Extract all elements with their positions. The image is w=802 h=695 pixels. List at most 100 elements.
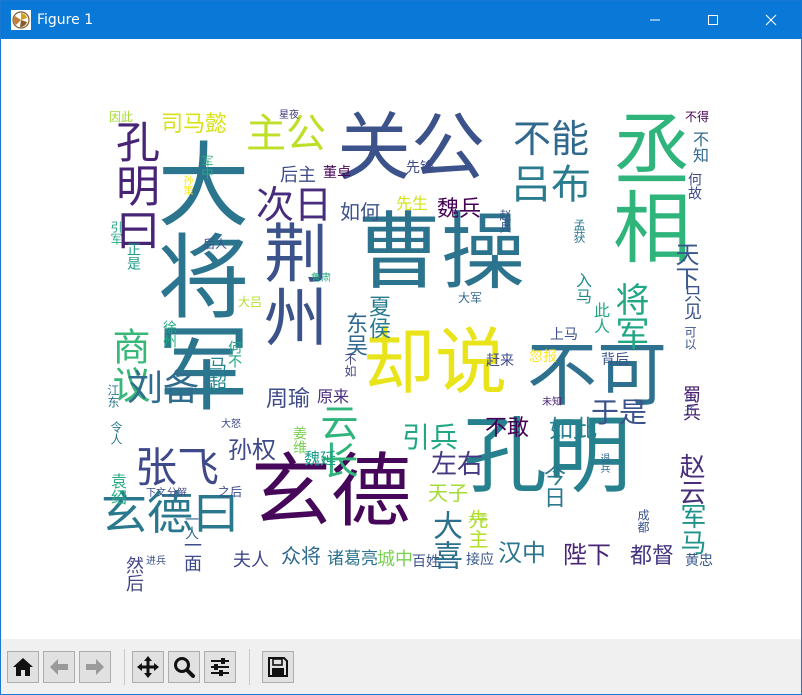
wordcloud-word: 上马 [550,327,578,343]
wordcloud-word: 不能 [513,117,590,161]
wordcloud-word: 后主 [280,165,316,186]
wordcloud-word: 一齐 [682,395,693,415]
minimize-button[interactable] [632,1,678,39]
wordcloud-word: 张飞 [135,443,220,492]
zoom-icon [174,657,195,678]
wordcloud-word: 赶来 [486,353,514,369]
wordcloud-word: 引军 [109,221,123,245]
wordcloud-word: 黄忠 [685,553,713,569]
wordcloud-word: 此人 [591,302,610,334]
wordcloud-word: 赵云 [675,453,705,505]
wordcloud-word: 孟获 [572,219,586,243]
close-button[interactable] [748,1,794,39]
wordcloud-word: 吕布 [511,162,591,208]
word-cloud: 曹操 大将军 孔明 玄德 丞相 关公 却说 不可 荆州 玄德曰 孔明曰 张飞 主公 吕布 不能 次日 商议 云长刘… [1,39,801,639]
wordcloud-word: 一人 [183,512,199,540]
wordcloud-word: 袁绍 [108,473,127,505]
wordcloud-word: 魏延 [304,449,337,468]
wordcloud-word: 只见 [681,284,702,320]
zoom-button[interactable] [168,651,200,683]
wordcloud-word: 入马 [573,272,592,304]
wordcloud-word: 令人 [109,421,123,445]
close-icon [765,14,777,26]
maximize-button[interactable] [690,1,736,39]
wordcloud-word: 刘备 [127,368,200,409]
wordcloud-word: 然后 [123,556,144,592]
wordcloud-word: 徐州 [161,320,177,348]
wordcloud-word: 都督 [630,544,675,569]
wordcloud-word: 鲁肃 [311,273,331,284]
wordcloud-word: 接应 [466,552,494,568]
wordcloud-word: 正是 [125,242,141,270]
wordcloud-word: 东吴 [342,312,367,356]
back-button[interactable] [43,651,75,683]
wordcloud-word: 周瑜 [266,387,311,412]
wordcloud-word: 不如 [343,353,357,377]
title-bar[interactable]: Figure 1 [1,1,801,39]
pan-button[interactable] [132,651,164,683]
wordcloud-word: 姜维 [291,426,307,454]
wordcloud-word: 先生 [396,194,429,213]
wordcloud-word: 大事 [468,514,488,525]
wordcloud-word: 因此 [109,110,134,124]
wordcloud-word: 董卓 [323,165,351,181]
wordcloud-word: 引兵 [402,421,459,454]
matplotlib-app-icon [11,10,31,30]
wordcloud-word: 孙权 [228,436,276,464]
wordcloud-word: 不知 [690,131,709,163]
home-button[interactable] [7,651,39,683]
forward-arrow-icon [86,659,104,675]
wordcloud-word: 何故 [686,172,702,200]
wordcloud-word: 大军 [458,291,483,305]
wordcloud-word: 汉中 [498,539,546,567]
back-arrow-icon [50,659,68,675]
wordcloud-word: 次日 [256,183,333,227]
wordcloud-word: 何不 [226,340,242,368]
wordcloud-word: 不敢 [485,416,530,441]
wordcloud-word: 荆州 [253,220,327,348]
save-icon [268,657,288,677]
wordcloud-word: 星夜 [279,110,299,121]
wordcloud-word: 不得 [685,110,710,124]
wordcloud-word: 一面 [181,536,202,572]
wordcloud-word: 可以 [683,326,697,350]
wordcloud-word: 下文 [146,488,166,499]
wordcloud-word: 孙策 [181,175,192,195]
configure-subplots-button[interactable] [204,651,236,683]
wordcloud-word: 诸葛亮 [327,549,378,569]
wordcloud-word: 大吕 [238,295,263,309]
wordcloud-word: 将军 [609,282,649,350]
figure-canvas[interactable]: 曹操 大将军 孔明 玄德 丞相 关公 却说 不可 荆州 玄德曰 孔明曰 张飞 主公 吕布 不能 次日 商议 云长刘… [1,39,801,639]
toolbar-separator [124,649,125,685]
wordcloud-word: 大怒 [221,419,241,430]
wordcloud-word: 军中 [200,155,214,179]
wordcloud-word: 成都 [636,509,650,533]
save-button[interactable] [262,651,294,683]
wordcloud-word: 众将 [281,544,321,568]
wordcloud-word: 退兵 [598,453,609,473]
wordcloud-word: 陛下 [563,541,611,569]
wordcloud-word: 背后 [601,352,629,368]
wordcloud-word: 夫人 [233,550,269,571]
forward-button[interactable] [79,651,111,683]
navigation-toolbar [1,639,801,694]
wordcloud-word: 马超 [206,356,227,392]
wordcloud-word: 城中 [377,549,413,570]
wordcloud-word: 如此 [549,415,597,443]
wordcloud-word: 今日 [540,464,565,508]
wordcloud-word: 忽报 [529,349,557,365]
wordcloud-word: 原来 [317,387,350,406]
wordcloud-word: 后人 [203,237,228,251]
wordcloud-word: 魏兵 [437,197,482,222]
wordcloud-word: 于是 [591,396,648,429]
minimize-icon [650,19,660,21]
wordcloud-word: 分解 [167,488,187,499]
wordcloud-word: 天下 [671,242,699,290]
wordcloud-word: 左右 [431,450,484,480]
wordcloud-word: 天子 [428,481,468,505]
window-title: Figure 1 [37,12,94,28]
maximize-icon [708,15,718,25]
wordcloud-word: 未知 [542,397,562,408]
pan-icon [137,656,159,678]
wordcloud-word: 之后 [218,485,243,499]
